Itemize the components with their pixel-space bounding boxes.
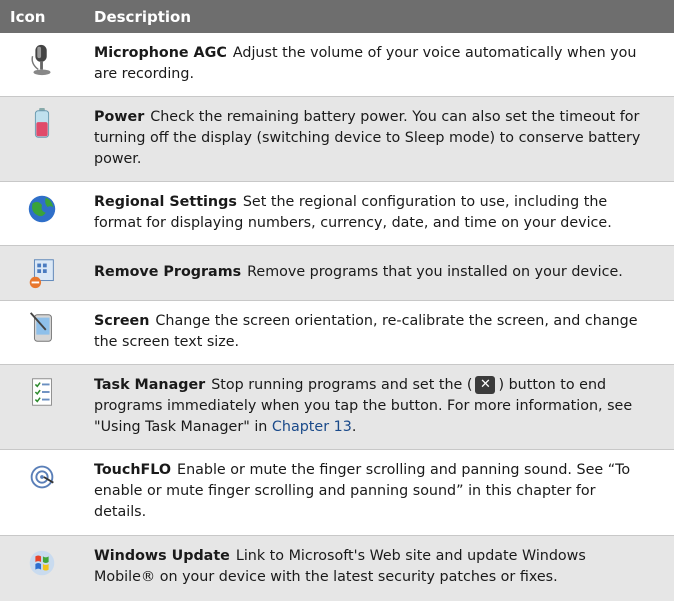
close-button-icon: ✕ (475, 376, 496, 394)
remove-programs-icon (29, 259, 54, 289)
table-row: Regional Settings Set the regional config… (0, 182, 674, 246)
table-row: Remove Programs Remove programs that you … (0, 246, 674, 301)
table-row: Power Check the remaining battery power. … (0, 97, 674, 182)
task-manager-icon (32, 378, 52, 406)
settings-table: Icon Description Microphone AGC Adjust th… (0, 0, 674, 601)
header-description-column: Description (94, 7, 192, 26)
chapter-link[interactable]: Chapter 13 (272, 419, 352, 435)
row-text-end: . (351, 419, 357, 435)
row-text: Remove programs that you installed on yo… (247, 264, 623, 280)
row-title: Power (94, 109, 145, 125)
row-title: Remove Programs (94, 264, 242, 280)
row-title: Screen (94, 313, 150, 329)
row-text: Check the remaining battery power. You c… (94, 109, 641, 167)
table-row: Windows Update Link to Microsoft's Web si… (0, 536, 674, 601)
table-row: Microphone AGC Adjust the volume of your … (0, 33, 674, 97)
row-title: Task Manager (94, 377, 206, 393)
battery-icon (34, 107, 50, 138)
table-row: Task Manager Stop running programs and se… (0, 365, 674, 450)
row-text: Change the screen orientation, re-calibr… (94, 313, 638, 350)
row-title: TouchFLO (94, 462, 172, 478)
table-row: Screen Change the screen orientation, re-… (0, 301, 674, 365)
globe-icon (28, 195, 56, 223)
row-title: Regional Settings (94, 194, 237, 210)
row-text: Enable or mute the finger scrolling and … (94, 462, 631, 520)
header-icon-column: Icon (10, 7, 46, 26)
table-header: Icon Description (0, 0, 674, 33)
screen-stylus-icon (29, 312, 52, 342)
microphone-icon (31, 44, 51, 76)
row-title: Windows Update (94, 548, 230, 564)
table-row: TouchFLO Enable or mute the finger scroll… (0, 450, 674, 536)
touchflo-icon (30, 465, 54, 489)
windows-update-icon (29, 550, 55, 576)
row-title: Microphone AGC (94, 45, 227, 61)
row-text-before: Stop running programs and set the ( (211, 377, 473, 393)
